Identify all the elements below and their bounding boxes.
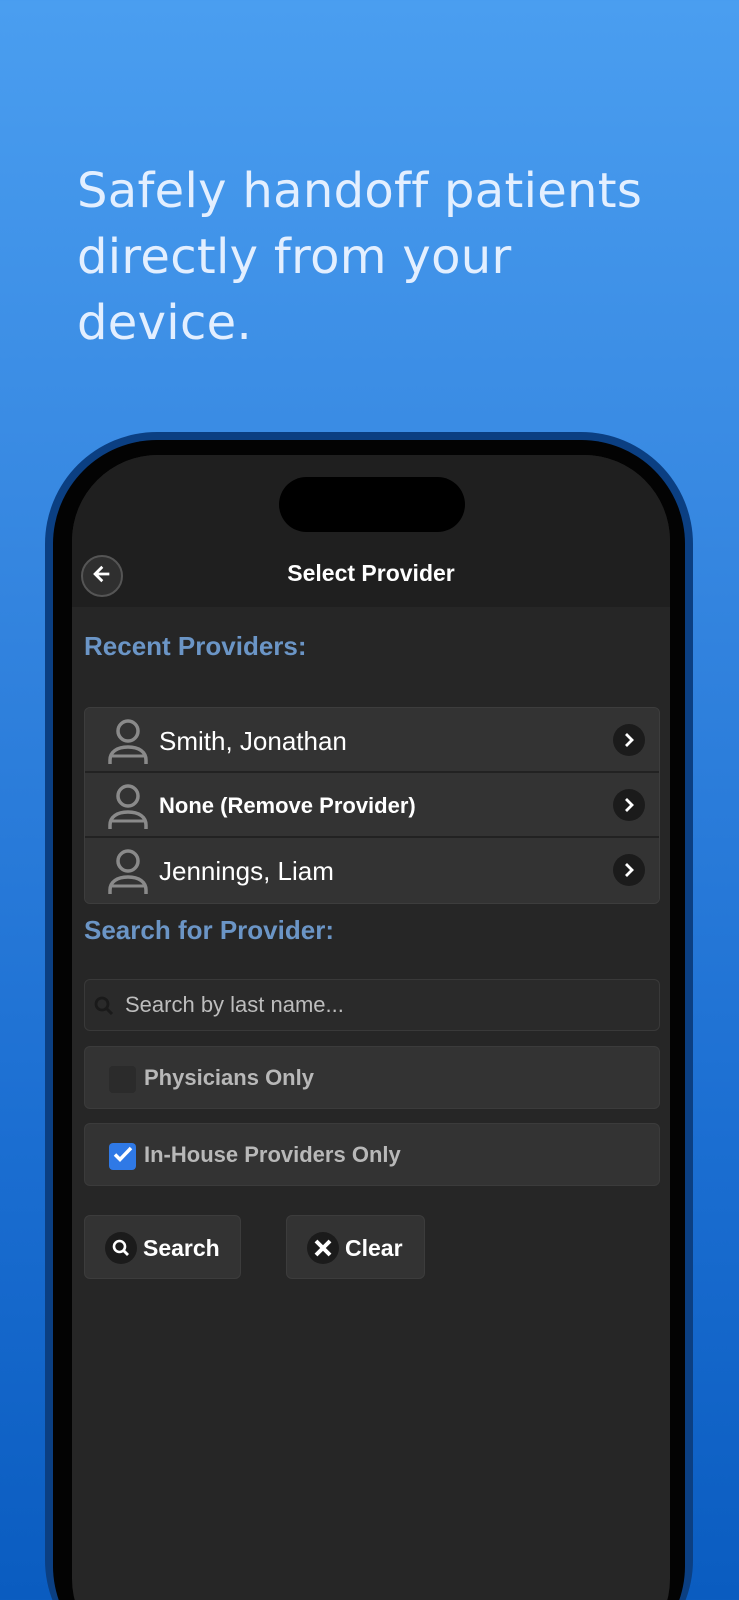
in-house-only-label: In-House Providers Only bbox=[144, 1142, 401, 1167]
chevron-right-icon bbox=[613, 789, 645, 821]
physicians-only-toggle[interactable]: Physicians Only bbox=[84, 1046, 660, 1109]
physicians-only-checkbox[interactable] bbox=[109, 1066, 136, 1093]
physicians-only-label: Physicians Only bbox=[144, 1065, 314, 1090]
search-icon bbox=[105, 1232, 137, 1264]
phone-screen: Select Provider Recent Providers: Smith,… bbox=[72, 455, 670, 1600]
clear-button[interactable]: Clear bbox=[286, 1215, 425, 1279]
page-title: Select Provider bbox=[287, 560, 455, 586]
person-icon bbox=[107, 783, 149, 836]
provider-name: Smith, Jonathan bbox=[159, 726, 347, 756]
chevron-right-icon bbox=[613, 724, 645, 756]
headline: Safely handoff patients directly from yo… bbox=[77, 163, 643, 351]
x-icon bbox=[307, 1232, 339, 1264]
provider-name: None (Remove Provider) bbox=[159, 793, 416, 818]
chevron-right-icon bbox=[613, 854, 645, 886]
in-house-only-toggle[interactable]: In-House Providers Only bbox=[84, 1123, 660, 1186]
list-item[interactable]: Jennings, Liam bbox=[85, 838, 659, 903]
search-button[interactable]: Search bbox=[84, 1215, 241, 1279]
search-button-label: Search bbox=[143, 1235, 220, 1261]
search-input[interactable] bbox=[125, 980, 645, 1030]
recent-providers-list: Smith, Jonathan None (Remove Provider) J… bbox=[84, 707, 660, 904]
list-item[interactable]: None (Remove Provider) bbox=[85, 773, 659, 838]
person-icon bbox=[107, 718, 149, 771]
provider-name: Jennings, Liam bbox=[159, 856, 334, 886]
search-field bbox=[84, 979, 660, 1031]
search-providers-label: Search for Provider: bbox=[84, 915, 334, 945]
in-house-only-checkbox[interactable] bbox=[109, 1143, 136, 1170]
list-item[interactable]: Smith, Jonathan bbox=[85, 708, 659, 773]
check-icon bbox=[113, 1145, 133, 1168]
dynamic-island bbox=[279, 477, 465, 532]
clear-button-label: Clear bbox=[345, 1235, 403, 1261]
recent-providers-label: Recent Providers: bbox=[84, 631, 307, 661]
search-icon bbox=[93, 995, 115, 1022]
person-icon bbox=[107, 848, 149, 901]
